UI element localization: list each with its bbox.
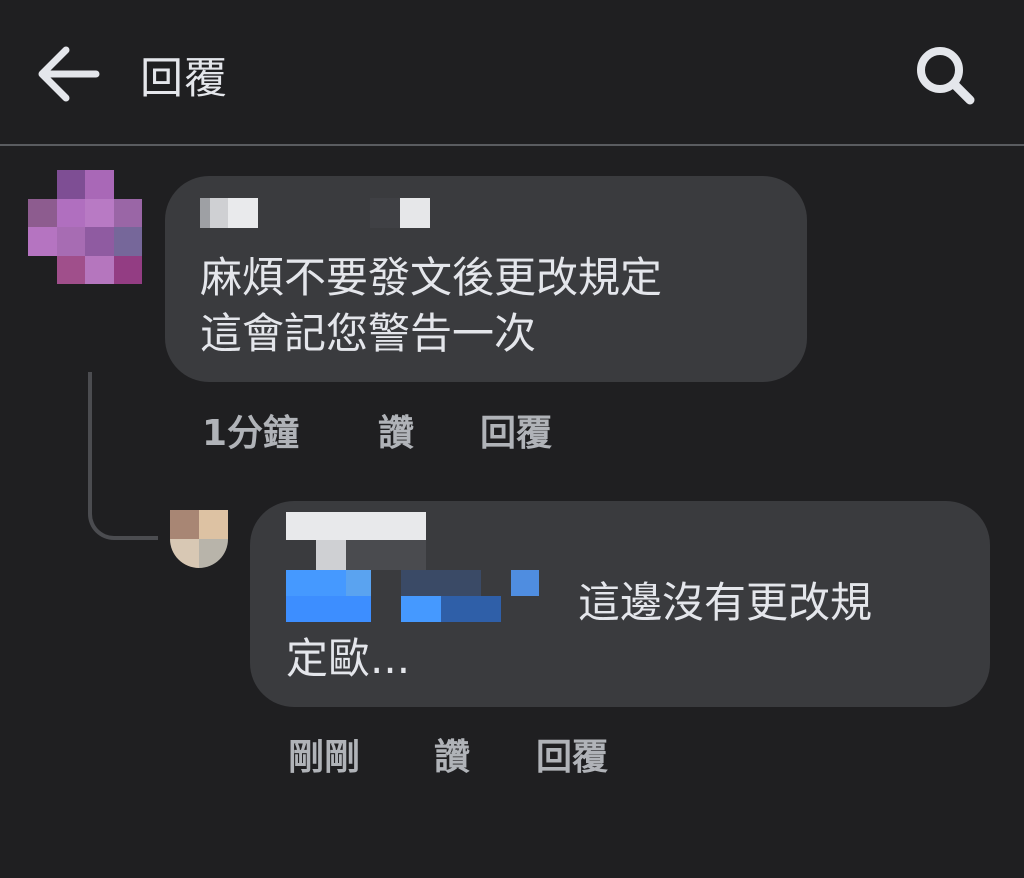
search-button[interactable]	[910, 42, 980, 106]
like-button[interactable]: 讚	[378, 404, 414, 456]
comment-text-line-2: 定歐...	[286, 634, 411, 683]
author-name-redacted[interactable]	[200, 198, 258, 228]
page-title: 回覆	[140, 54, 228, 104]
author-name-redacted	[370, 198, 430, 228]
reply-thread-connector	[88, 372, 158, 540]
mention-redacted[interactable]	[286, 570, 544, 622]
arrow-left-icon	[38, 46, 100, 102]
search-icon	[917, 47, 975, 105]
avatar[interactable]	[170, 510, 228, 568]
comment-time: 剛剛	[288, 737, 361, 778]
comment-text: 麻煩不要發文後更改規定 這會記您警告一次	[200, 253, 663, 358]
reply-button[interactable]: 回覆	[480, 404, 552, 456]
header-divider	[0, 144, 1024, 146]
reply-button[interactable]: 回覆	[536, 728, 608, 780]
comment-text-line-1: 這邊沒有更改規	[578, 578, 873, 627]
avatar[interactable]	[28, 170, 142, 284]
back-button[interactable]	[34, 42, 104, 106]
top-bar: 回覆	[0, 0, 1024, 146]
comment-time: 1分鐘	[202, 413, 300, 454]
author-name-redacted[interactable]	[286, 512, 426, 570]
like-button[interactable]: 讚	[434, 728, 470, 780]
